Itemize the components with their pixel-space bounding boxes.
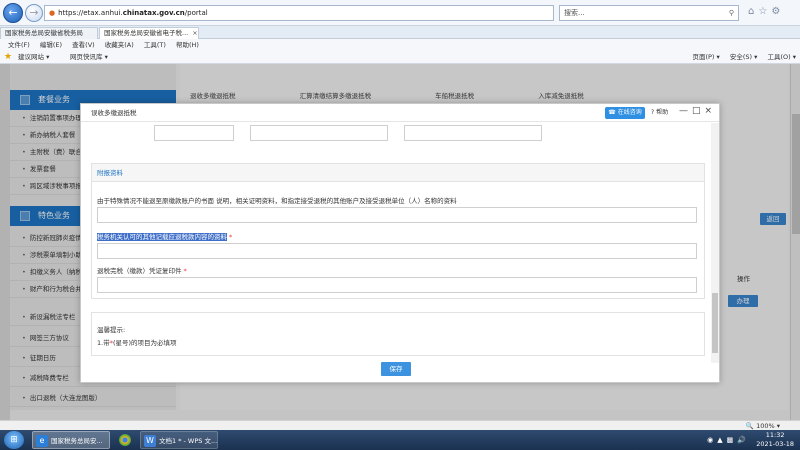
command-bar: 页面(P) ▾ 安全(S) ▾ 工具(O) ▾ [684,51,796,64]
taskbar-wps[interactable]: W 文档1 * - WPS 文... [140,431,218,449]
menu-tools[interactable]: 工具(T) [144,39,166,51]
start-button[interactable]: ⊞ [4,431,24,449]
network-icon[interactable]: ▩ [727,436,738,444]
search-input[interactable]: 搜索... ⚲ [559,5,739,21]
menu-view[interactable]: 查看(V) [72,39,95,51]
menu-file[interactable]: 文件(F) [8,39,30,51]
top-input-3[interactable] [404,125,542,141]
tips-title: 温馨提示: [97,326,126,334]
field-label-recognized-docs: 税务机关认可的其他记载应退税款内容的资料 * [97,233,233,241]
url-domain: chinatax.gov.cn [122,9,185,17]
dialog-body: 附报资料 由于特殊情况不能退至原缴款账户的书面 说明，相关证明资料，和指定接受退… [81,123,711,363]
required-star: * [183,267,187,275]
url-suffix: /portal [184,9,208,17]
save-button[interactable]: 保存 [381,362,411,376]
browser-top-icons: ⌂☆⚙ [748,6,784,17]
tab-bar: 国家税务总局安徽省税务局 国家税务总局安徽省电子税... × [0,26,800,39]
tools-menu[interactable]: 工具(O) ▾ [767,53,796,61]
volume-icon[interactable]: 🔊 [737,436,750,444]
online-consult-button[interactable]: ☎ 在线咨询 [605,107,645,119]
required-star: * [229,233,233,241]
dialog-scroll-thumb[interactable] [712,293,718,353]
tab-tax-bureau[interactable]: 国家税务总局安徽省税务局 [0,27,98,39]
menu-favorites[interactable]: 收藏夹(A) [105,39,134,51]
system-tray: ◉▲▩🔊 [707,430,750,450]
zoom-icon: 🔍 [745,422,754,430]
help-icon: ? [651,109,655,116]
safety-menu[interactable]: 安全(S) ▾ [730,53,758,61]
home-icon[interactable]: ⌂ [748,6,758,17]
back-button[interactable]: ← [3,3,23,23]
refund-dialog: 误收多缴退抵税 ☎ 在线咨询 ? 帮助 —□× 附报资料 由于特殊情况不能退至原… [80,103,720,383]
search-icon[interactable]: ⚲ [729,6,734,20]
recognized-docs-upload[interactable] [97,243,697,259]
window-controls: —□× [679,106,716,116]
field-label-special-account: 由于特殊情况不能退至原缴款账户的书面 说明，相关证明资料，和指定接受退税的其他账… [97,197,457,205]
section-title: 附报资料 [92,164,704,182]
maximize-icon[interactable]: □ [692,106,705,116]
menu-bar: 文件(F) 编辑(E) 查看(V) 收藏夹(A) 工具(T) 帮助(H) [0,39,800,51]
taskbar-chrome[interactable] [114,431,136,449]
favorites-bar: ★ 建议网站 ▾ 网页快讯库 ▾ 页面(P) ▾ 安全(S) ▾ 工具(O) ▾ [0,51,800,64]
dialog-scrollbar[interactable] [711,123,719,363]
windows-taskbar: ⊞ e 国家税务总局安... W 文档1 * - WPS 文... ◉▲▩🔊 1… [0,430,800,450]
shield-icon[interactable]: ◉ [707,436,717,444]
attachments-section: 附报资料 由于特殊情况不能退至原缴款账户的书面 说明，相关证明资料，和指定接受退… [91,163,705,299]
dialog-header: 误收多缴退抵税 ☎ 在线咨询 ? 帮助 —□× [81,104,719,122]
favorites-star-icon[interactable]: ★ [4,52,12,62]
fav-suggested-sites[interactable]: 建议网站 ▾ [18,51,49,64]
tips-text: 1.带*(星号)的项目为必填项 [97,339,177,347]
search-placeholder: 搜索... [564,9,585,17]
help-button[interactable]: ? 帮助 [651,107,677,119]
taskbar-ie[interactable]: e 国家税务总局安... [32,431,110,449]
clock[interactable]: 11:32 2021-03-18 [756,431,794,449]
browser-status-bar: 🔍 100% ▾ [0,420,800,430]
settings-gear-icon[interactable]: ⚙ [771,6,784,17]
browser-address-bar: ← → ● https://etax.anhui.chinatax.gov.cn/… [0,0,800,26]
menu-help[interactable]: 帮助(H) [176,39,199,51]
menu-edit[interactable]: 编辑(E) [40,39,62,51]
top-input-2[interactable] [250,125,388,141]
top-input-1[interactable] [154,125,234,141]
minimize-icon[interactable]: — [679,106,692,116]
page-menu[interactable]: 页面(P) ▾ [692,53,719,61]
close-icon[interactable]: × [705,106,717,116]
forward-button[interactable]: → [25,4,43,22]
dialog-title: 误收多缴退抵税 [91,109,137,117]
tax-voucher-upload[interactable] [97,277,697,293]
site-icon: ● [49,9,56,17]
chevron-up-icon[interactable]: ▲ [717,436,726,444]
url-prefix: https://etax.anhui. [58,9,123,17]
special-account-upload[interactable] [97,207,697,223]
tips-box: 温馨提示: 1.带*(星号)的项目为必填项 [91,312,705,356]
url-field[interactable]: ● https://etax.anhui.chinatax.gov.cn/port… [44,5,554,21]
close-tab-icon[interactable]: × [192,29,197,37]
chrome-icon [119,434,131,446]
clock-time: 11:32 [765,431,785,439]
headset-icon: ☎ [608,109,616,116]
tab-etax[interactable]: 国家税务总局安徽省电子税... × [99,27,199,39]
fav-web-slice[interactable]: 网页快讯库 ▾ [70,51,108,64]
wps-icon: W [144,435,156,447]
favorites-star-icon[interactable]: ☆ [758,6,771,17]
clock-date: 2021-03-18 [756,440,794,448]
field-label-tax-voucher: 退税完税（缴款）凭证复印件 * [97,267,187,275]
ie-icon: e [36,435,48,447]
